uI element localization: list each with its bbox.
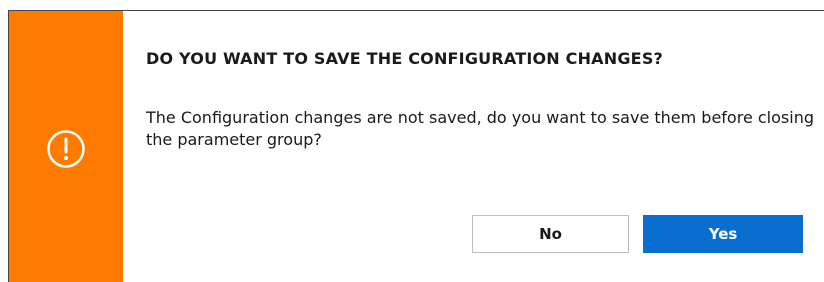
alert-circle-icon [47,130,85,168]
dialog-title: DO YOU WANT TO SAVE THE CONFIGURATION CH… [146,49,664,68]
no-button[interactable]: No [472,215,629,253]
dialog-accent-bar [9,11,123,282]
dialog-message: The Configuration changes are not saved,… [146,108,814,149]
dialog-content: DO YOU WANT TO SAVE THE CONFIGURATION CH… [146,11,814,282]
yes-button[interactable]: Yes [643,215,803,253]
save-changes-dialog: DO YOU WANT TO SAVE THE CONFIGURATION CH… [8,10,824,282]
